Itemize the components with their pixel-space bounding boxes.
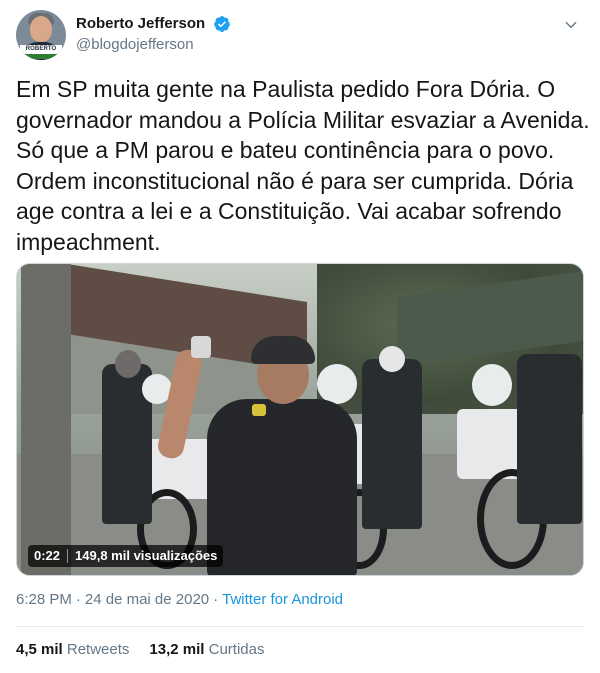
video-duration: 0:22	[34, 548, 61, 563]
likes-stat[interactable]: 13,2 mil Curtidas	[149, 640, 264, 660]
author-info: Roberto Jefferson @blogdojefferson	[76, 14, 231, 55]
tweet-card: ROBERTO Roberto Jefferson @blogdojeffers…	[0, 0, 600, 673]
video-views: 149,8 mil visualizações	[75, 548, 218, 563]
author-display-name[interactable]: Roberto Jefferson	[76, 14, 205, 34]
author-handle[interactable]: @blogdojefferson	[76, 35, 231, 55]
tweet-meta: 6:28 PM · 24 de mai de 2020 · Twitter fo…	[16, 590, 343, 610]
video-player[interactable]: 0:22 149,8 mil visualizações	[16, 263, 584, 576]
avatar[interactable]: ROBERTO	[16, 10, 66, 60]
meta-separator: ·	[213, 591, 219, 608]
video-info-badge: 0:22 149,8 mil visualizações	[28, 545, 224, 567]
avatar-tag-text: ROBERTO	[20, 45, 62, 54]
tweet-source-link[interactable]: Twitter for Android	[222, 590, 343, 610]
retweets-count: 4,5 mil	[16, 641, 63, 658]
retweets-label: Retweets	[66, 641, 130, 658]
meta-separator: ·	[75, 591, 81, 608]
likes-count: 13,2 mil	[149, 641, 205, 658]
tweet-time[interactable]: 6:28 PM	[16, 590, 72, 610]
chevron-down-icon[interactable]	[560, 14, 582, 36]
tweet-date[interactable]: 24 de mai de 2020	[85, 590, 209, 610]
tweet-text: Em SP muita gente na Paulista pedido For…	[16, 76, 590, 255]
verified-badge-icon	[213, 16, 230, 32]
likes-label: Curtidas	[208, 641, 265, 658]
tweet-header: ROBERTO Roberto Jefferson @blogdojeffers…	[16, 10, 584, 60]
retweets-stat[interactable]: 4,5 mil Retweets	[16, 640, 129, 660]
divider	[16, 626, 584, 627]
tweet-stats: 4,5 mil Retweets 13,2 mil Curtidas	[16, 640, 264, 660]
